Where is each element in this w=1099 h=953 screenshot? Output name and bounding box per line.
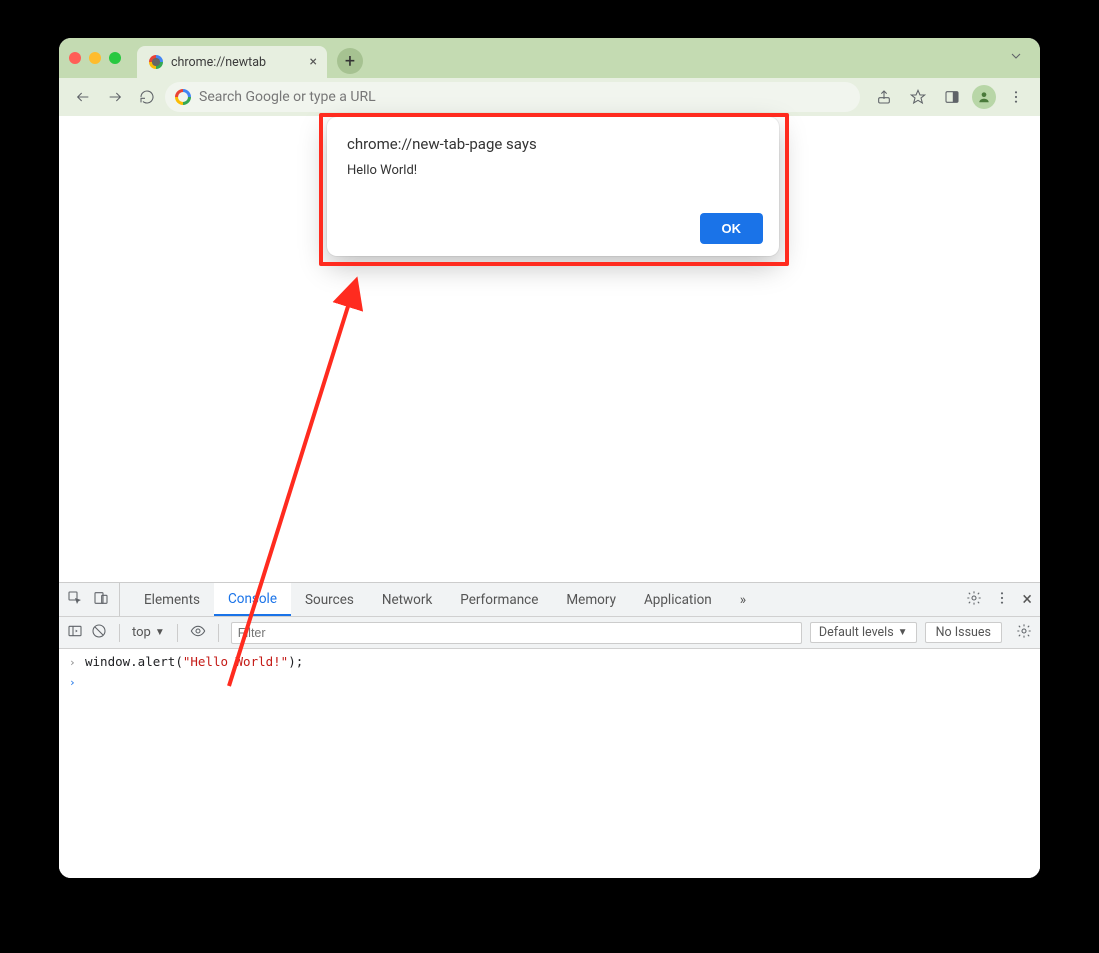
more-tabs-button[interactable]: » — [726, 583, 760, 616]
gear-icon — [1016, 623, 1032, 639]
console-settings-button[interactable] — [1016, 623, 1032, 643]
tab-strip: chrome://newtab × + — [59, 38, 1040, 78]
log-levels-label: Default levels — [819, 625, 894, 640]
device-icon — [93, 590, 109, 606]
omnibox-placeholder: Search Google or type a URL — [199, 89, 376, 105]
tab-title: chrome://newtab — [171, 55, 302, 70]
close-tab-button[interactable]: × — [310, 54, 317, 70]
new-tab-button[interactable]: + — [337, 48, 363, 74]
chrome-favicon-icon — [149, 55, 163, 69]
kebab-icon — [994, 590, 1010, 606]
context-selector[interactable]: top ▼ — [132, 625, 165, 640]
kebab-icon — [1008, 89, 1024, 105]
clear-icon — [91, 623, 107, 639]
inspect-icon — [67, 590, 83, 606]
prompt-chevron-icon: › — [69, 674, 79, 692]
tab-memory[interactable]: Memory — [552, 583, 630, 616]
share-icon — [876, 89, 892, 105]
reload-icon — [139, 89, 155, 105]
issues-label: No Issues — [936, 625, 991, 640]
arrow-left-icon — [75, 89, 91, 105]
page-viewport: chrome://new-tab-page says Hello World! … — [59, 116, 1040, 582]
console-output[interactable]: › window.alert("Hello World!"); › — [59, 649, 1040, 878]
tab-console[interactable]: Console — [214, 583, 291, 616]
input-chevron-icon: › — [69, 654, 79, 672]
context-label: top — [132, 625, 151, 640]
back-button[interactable] — [69, 83, 97, 111]
alert-dialog-title: chrome://new-tab-page says — [347, 135, 759, 153]
tab-application[interactable]: Application — [630, 583, 726, 616]
alert-dialog: chrome://new-tab-page says Hello World! … — [327, 117, 779, 256]
device-toolbar-button[interactable] — [93, 590, 109, 610]
alert-dialog-message: Hello World! — [347, 163, 759, 178]
console-sidebar-toggle[interactable] — [67, 623, 83, 643]
maximize-window-button[interactable] — [109, 52, 121, 64]
console-toolbar: top ▼ Default levels ▼ No Issues — [59, 617, 1040, 649]
person-icon — [977, 90, 991, 104]
devtools-panel: Elements Console Sources Network Perform… — [59, 582, 1040, 878]
browser-tab[interactable]: chrome://newtab × — [137, 46, 327, 78]
sidebar-toggle-icon — [67, 623, 83, 639]
log-levels-selector[interactable]: Default levels ▼ — [810, 622, 917, 643]
minimize-window-button[interactable] — [89, 52, 101, 64]
forward-button[interactable] — [101, 83, 129, 111]
browser-menu-button[interactable] — [1002, 83, 1030, 111]
sidepanel-button[interactable] — [938, 83, 966, 111]
sidepanel-icon — [944, 89, 960, 105]
share-button[interactable] — [870, 83, 898, 111]
chevron-down-icon — [1008, 48, 1024, 64]
tab-performance[interactable]: Performance — [446, 583, 552, 616]
google-icon — [175, 89, 191, 105]
arrow-right-icon — [107, 89, 123, 105]
browser-window: chrome://newtab × + Search Google or typ… — [59, 38, 1040, 878]
tabs-dropdown-button[interactable] — [1008, 48, 1024, 68]
browser-toolbar: Search Google or type a URL — [59, 78, 1040, 116]
tab-elements[interactable]: Elements — [130, 583, 214, 616]
omnibox[interactable]: Search Google or type a URL — [165, 82, 860, 112]
gear-icon — [966, 590, 982, 606]
bookmark-button[interactable] — [904, 83, 932, 111]
clear-console-button[interactable] — [91, 623, 107, 643]
console-line: › window.alert("Hello World!"); — [59, 653, 1040, 673]
issues-button[interactable]: No Issues — [925, 622, 1002, 643]
inspect-element-button[interactable] — [67, 590, 83, 610]
devtools-tabbar: Elements Console Sources Network Perform… — [59, 583, 1040, 617]
tab-sources[interactable]: Sources — [291, 583, 368, 616]
reload-button[interactable] — [133, 83, 161, 111]
profile-avatar[interactable] — [972, 85, 996, 109]
eye-icon — [190, 623, 206, 639]
window-controls — [69, 52, 121, 64]
star-icon — [910, 89, 926, 105]
console-filter-input[interactable] — [231, 622, 802, 644]
devtools-menu-button[interactable] — [994, 590, 1010, 610]
console-prompt[interactable]: › — [59, 673, 1040, 693]
devtools-close-button[interactable]: × — [1022, 589, 1032, 610]
console-code: window.alert("Hello World!"); — [85, 654, 303, 669]
alert-ok-button[interactable]: OK — [700, 213, 764, 244]
devtools-settings-button[interactable] — [966, 590, 982, 610]
live-expression-button[interactable] — [190, 623, 206, 643]
close-window-button[interactable] — [69, 52, 81, 64]
tab-network[interactable]: Network — [368, 583, 446, 616]
